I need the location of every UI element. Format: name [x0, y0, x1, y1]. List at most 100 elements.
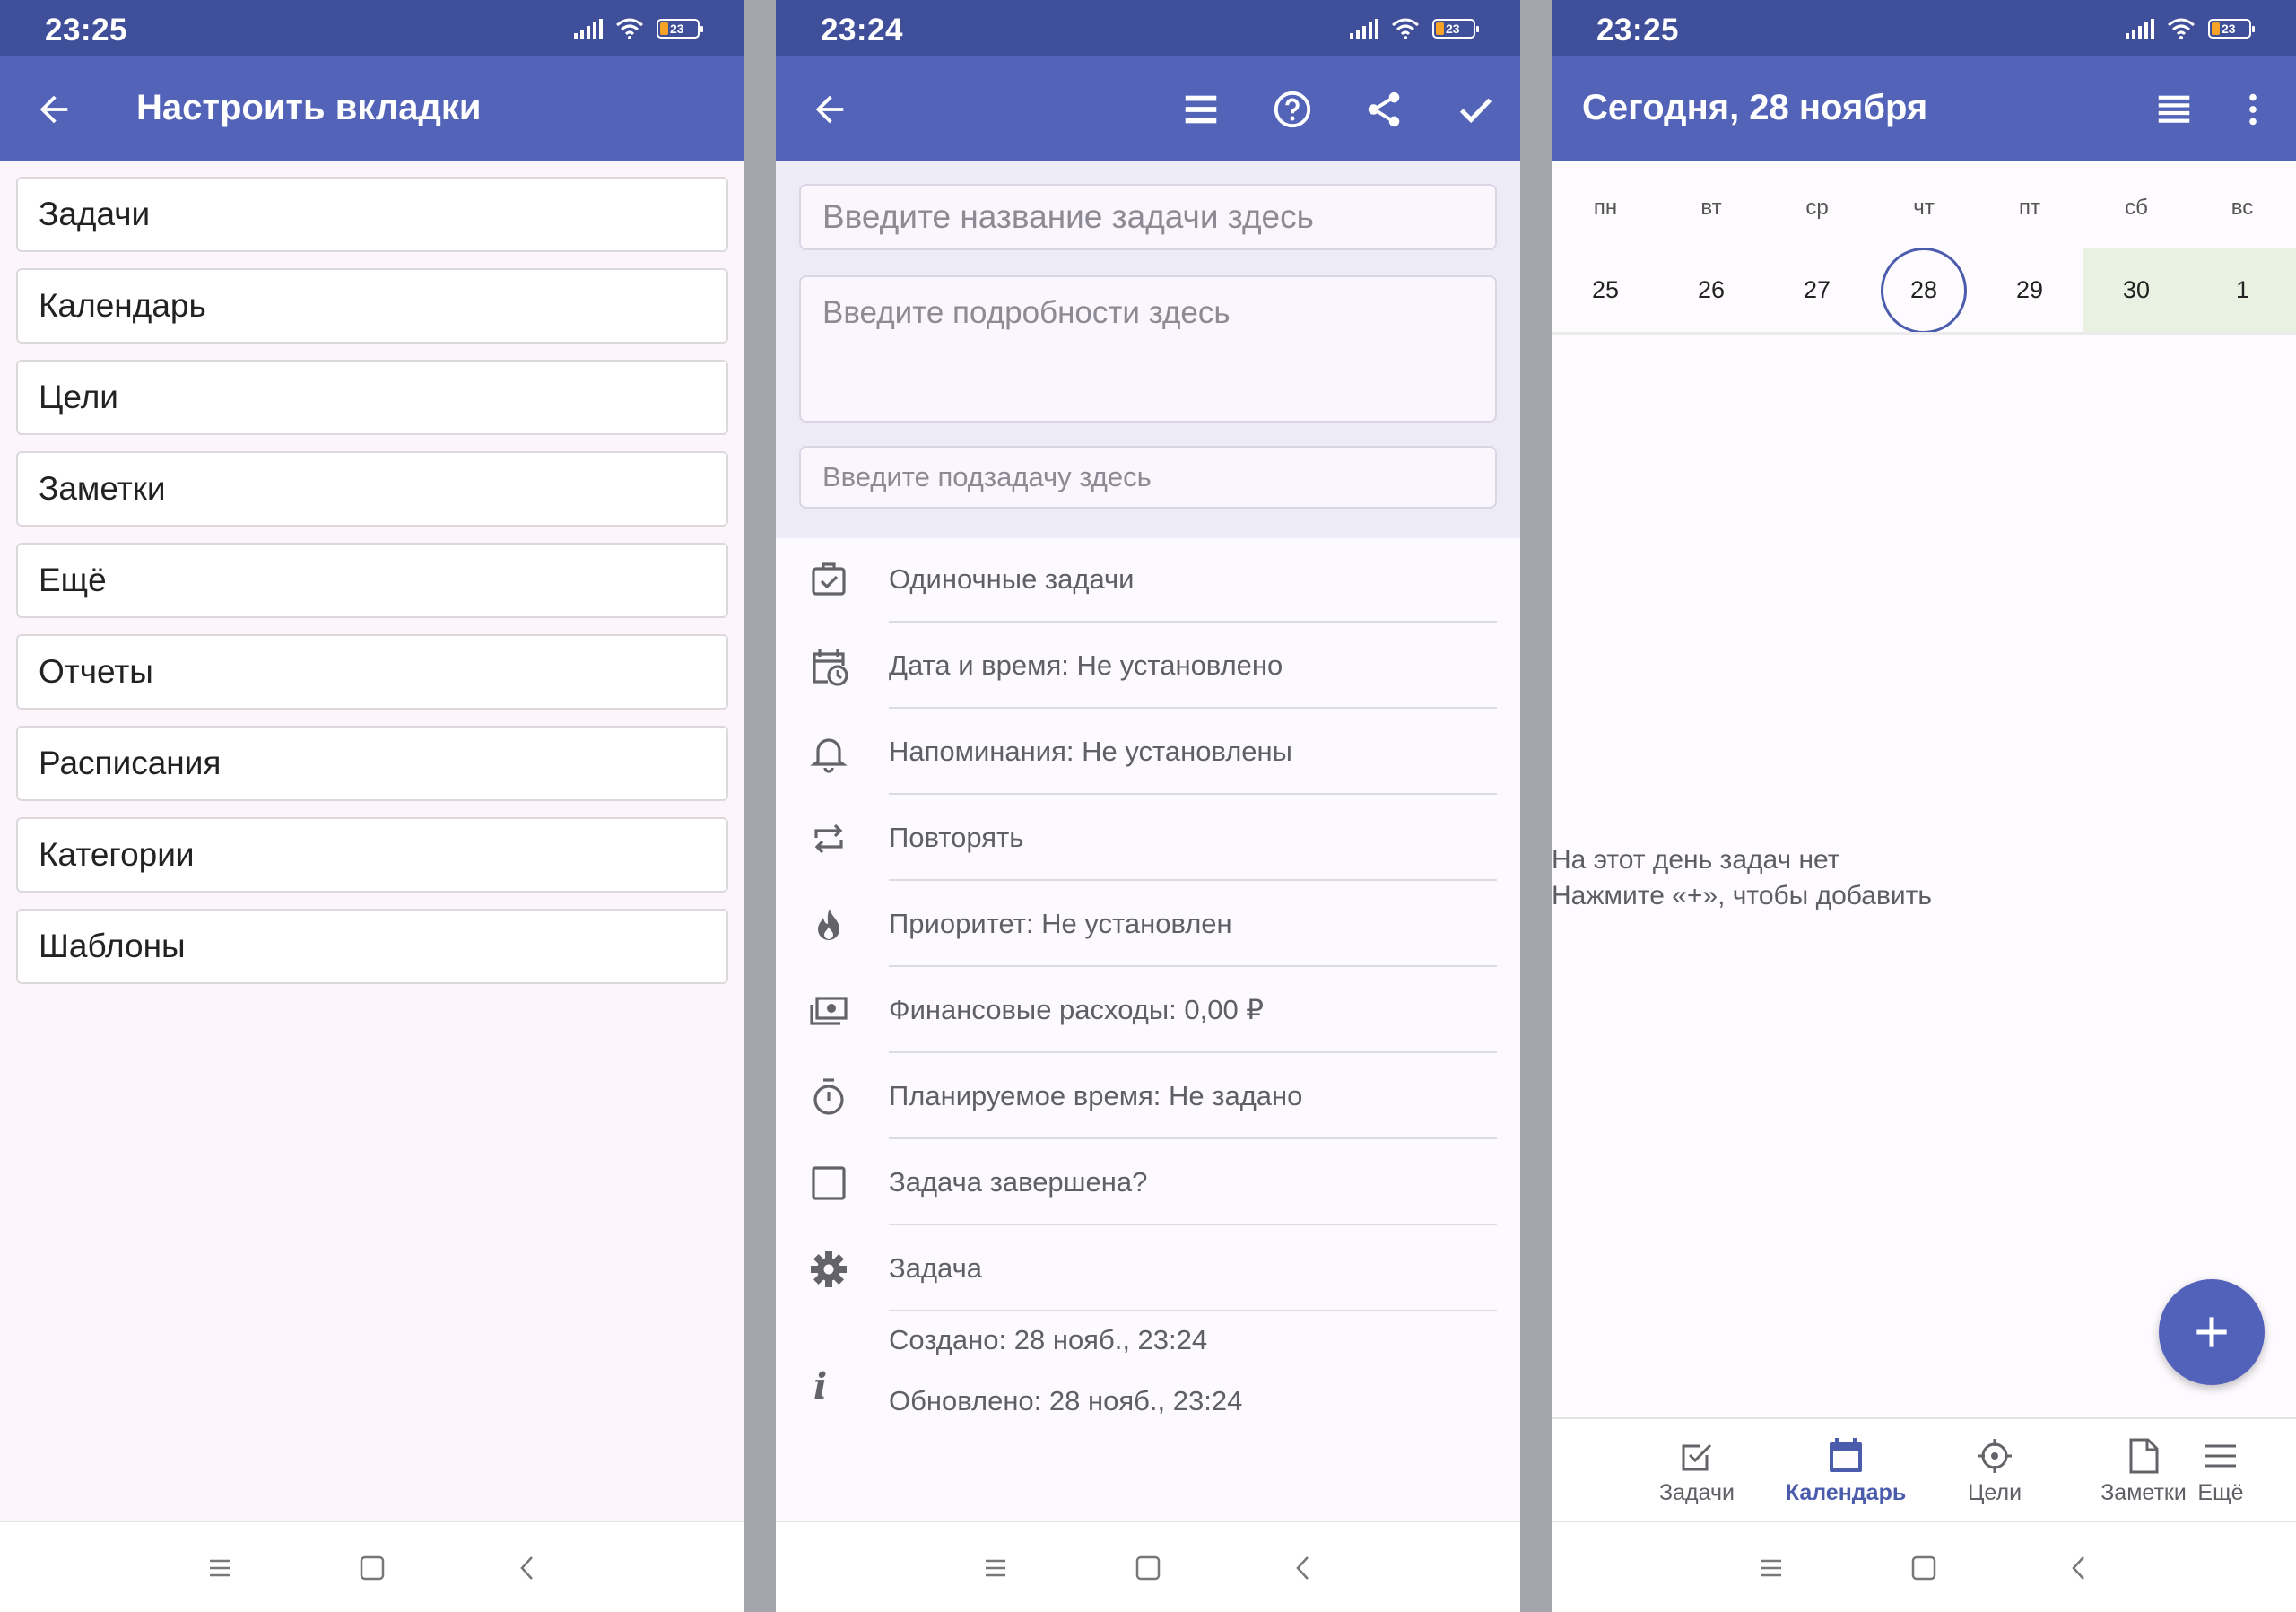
chevron-left-icon: [1296, 1556, 1309, 1580]
system-back-button[interactable]: [508, 1547, 549, 1589]
status-icons: 23: [2126, 18, 2255, 39]
day-cell[interactable]: 27: [1764, 248, 1870, 332]
list-view-button[interactable]: [1174, 83, 1228, 136]
reminders-row[interactable]: Напоминания: Не установлены: [776, 709, 1520, 795]
bottom-tab-label: Цели: [1967, 1480, 2022, 1505]
recent-apps-button[interactable]: [975, 1547, 1016, 1589]
tab-item-schedules[interactable]: Расписания: [16, 726, 728, 801]
money-icon: [808, 990, 849, 1032]
system-back-button[interactable]: [2059, 1547, 2100, 1589]
tab-item-more[interactable]: Ещё: [16, 543, 728, 618]
checkbox-icon[interactable]: [808, 1163, 849, 1204]
planned-time-row[interactable]: Планируемое время: Не задано: [776, 1053, 1520, 1139]
back-arrow-icon: [815, 95, 844, 124]
status-time: 23:25: [1596, 13, 1680, 48]
tab-item-goals[interactable]: Цели: [16, 360, 728, 435]
day-cell[interactable]: 26: [1658, 248, 1764, 332]
bottom-navigation: Задачи Календарь Цели Заметки Ещё: [1552, 1417, 2296, 1521]
task-title-input[interactable]: Введите название задачи здесь: [799, 184, 1497, 250]
timer-icon: [808, 1076, 849, 1118]
tab-item-calendar[interactable]: Календарь: [16, 268, 728, 344]
repeat-label: Повторять: [889, 822, 1024, 853]
task-details-input[interactable]: Введите подробности здесь: [799, 275, 1497, 423]
weekday-thu: чт: [1913, 196, 1935, 220]
wifi-icon: [2168, 18, 2195, 39]
repeat-row[interactable]: Повторять: [776, 795, 1520, 881]
system-back-button[interactable]: [1283, 1547, 1325, 1589]
recent-apps-icon: [210, 1559, 230, 1577]
recent-apps-button[interactable]: [199, 1547, 240, 1589]
help-button[interactable]: [1265, 83, 1319, 136]
share-button[interactable]: [1357, 83, 1411, 136]
screen-customize-tabs: 23:25 23 Настроить вкладки Задачи Календ…: [0, 0, 744, 1612]
day-cell[interactable]: 29: [1977, 248, 2083, 332]
help-icon: [1274, 91, 1311, 128]
menu-icon: [2205, 1444, 2236, 1468]
expenses-row[interactable]: Финансовые расходы: 0,00 ₽: [776, 967, 1520, 1053]
task-kind-label: Задача: [889, 1252, 983, 1284]
repeat-icon: [808, 818, 849, 859]
bottom-tab-label: Ещё: [2197, 1480, 2244, 1505]
add-task-fab[interactable]: [2159, 1279, 2265, 1385]
bottom-tab-more[interactable]: Ещё: [2167, 1435, 2274, 1506]
target-icon: [1978, 1439, 2012, 1473]
chevron-left-icon: [2072, 1556, 2084, 1580]
task-type-row[interactable]: Одиночные задачи: [776, 536, 1520, 623]
tab-item-categories[interactable]: Категории: [16, 817, 728, 893]
system-nav-bar: [0, 1521, 744, 1612]
recent-apps-button[interactable]: [1751, 1547, 1792, 1589]
signal-icon: [2126, 19, 2154, 39]
back-arrow-icon: [39, 95, 68, 124]
task-type-label: Одиночные задачи: [889, 563, 1135, 595]
recent-apps-icon: [1761, 1559, 1781, 1577]
bottom-tab-tasks[interactable]: Задачи: [1625, 1435, 1769, 1506]
day-cell-selected[interactable]: 28: [1871, 248, 1977, 332]
info-section: i Создано: 28 нояб., 23:24 Обновлено: 28…: [776, 1319, 1520, 1444]
signal-icon: [574, 19, 603, 39]
home-icon: [360, 1555, 385, 1581]
task-complete-row[interactable]: Задача завершена?: [776, 1139, 1520, 1225]
bottom-tab-label: Задачи: [1659, 1480, 1735, 1505]
subtask-input[interactable]: Введите подзадачу здесь: [799, 446, 1497, 509]
save-button[interactable]: [1448, 83, 1502, 136]
screen-calendar: 23:25 23 Сегодня, 28 ноября пн вт ср чт …: [1552, 0, 2296, 1612]
back-button[interactable]: [803, 83, 857, 136]
task-kind-row[interactable]: Задача: [776, 1225, 1520, 1311]
recent-apps-icon: [986, 1559, 1005, 1577]
chevron-left-icon: [520, 1556, 533, 1580]
divider: [1552, 332, 2296, 335]
tab-item-templates[interactable]: Шаблоны: [16, 909, 728, 984]
back-button[interactable]: [27, 83, 81, 136]
weekday-wed: ср: [1805, 196, 1829, 220]
home-button[interactable]: [1903, 1547, 1944, 1589]
home-button[interactable]: [1127, 1547, 1169, 1589]
tab-item-notes[interactable]: Заметки: [16, 451, 728, 527]
date-time-row[interactable]: Дата и время: Не установлено: [776, 623, 1520, 709]
status-time: 23:25: [45, 13, 128, 48]
overflow-menu-button[interactable]: [2226, 83, 2280, 136]
wifi-icon: [616, 18, 643, 39]
battery-level: 23: [670, 22, 684, 36]
bottom-tab-label: Календарь: [1785, 1480, 1907, 1505]
tab-item-tasks[interactable]: Задачи: [16, 177, 728, 252]
home-icon: [1911, 1555, 1936, 1581]
status-bar: 23:24 23: [776, 0, 1520, 56]
tab-item-reports[interactable]: Отчеты: [16, 634, 728, 710]
day-cell[interactable]: 25: [1552, 248, 1658, 332]
calendar-icon: [1830, 1438, 1862, 1472]
priority-row[interactable]: Приоритет: Не установлен: [776, 881, 1520, 967]
system-nav-bar: [1552, 1521, 2296, 1612]
bottom-tab-calendar[interactable]: Календарь: [1774, 1435, 1918, 1506]
home-button[interactable]: [352, 1547, 393, 1589]
bottom-tab-goals[interactable]: Цели: [1923, 1435, 2066, 1506]
home-icon: [1135, 1555, 1161, 1581]
updated-timestamp: Обновлено: 28 нояб., 23:24: [889, 1385, 1243, 1416]
day-cell-weekend[interactable]: 1: [2189, 248, 2296, 332]
task-complete-label: Задача завершена?: [889, 1166, 1148, 1198]
list-icon: [2158, 95, 2190, 123]
list-view-button[interactable]: [2147, 83, 2201, 136]
status-bar: 23:25 23: [1552, 0, 2296, 56]
bell-icon: [808, 732, 849, 773]
task-type-icon: [808, 560, 849, 601]
day-cell-weekend[interactable]: 30: [2083, 248, 2189, 332]
